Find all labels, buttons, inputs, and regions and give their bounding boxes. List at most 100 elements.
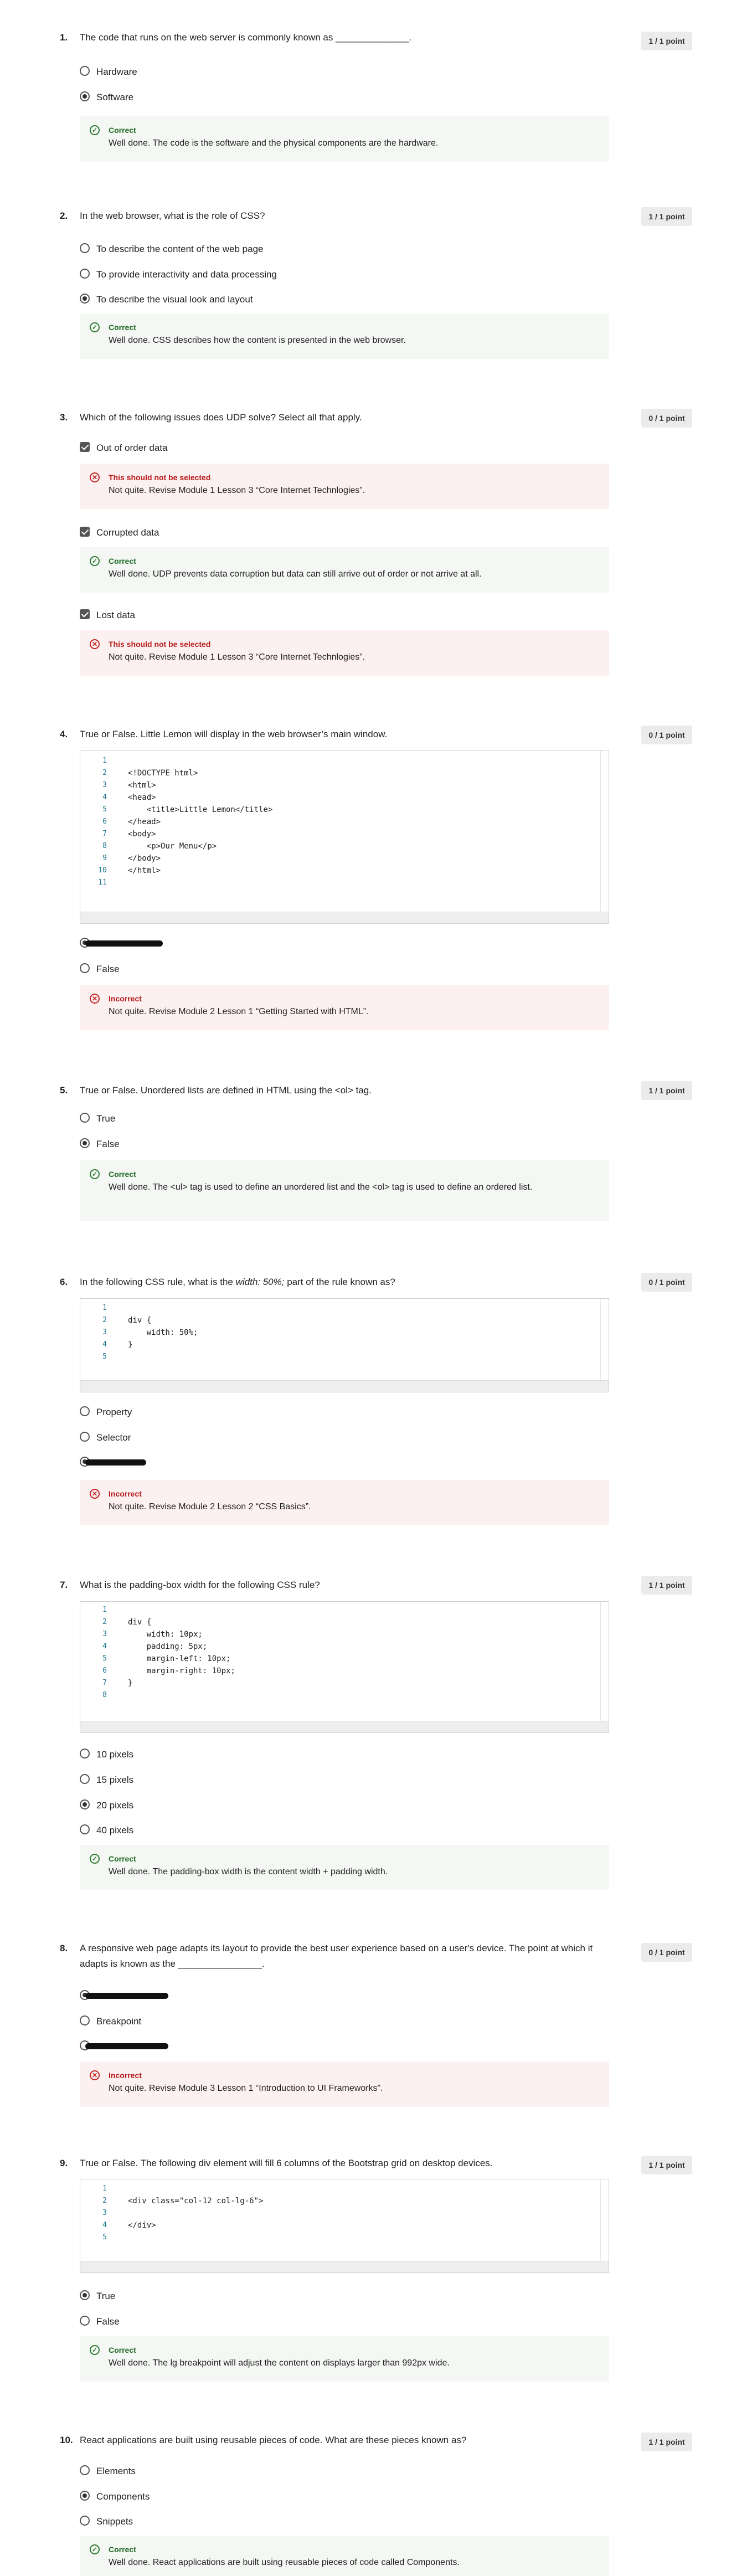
radio-button[interactable] xyxy=(80,1749,90,1759)
question-text: React applications are built using reusa… xyxy=(80,2435,467,2445)
checkbox-checked[interactable] xyxy=(80,442,90,452)
code-editor: 12345 div { width: 50%; } xyxy=(80,1298,609,1392)
radio-button[interactable] xyxy=(80,1113,90,1123)
horizontal-scrollbar[interactable] xyxy=(80,2261,609,2272)
radio-button[interactable] xyxy=(80,2465,90,2475)
code-line: <div class="col-12 col-lg-6"> xyxy=(128,2197,264,2205)
code-line: width: 50%; xyxy=(128,1328,198,1337)
code-line: margin-right: 10px; xyxy=(128,1667,235,1675)
radio-button-selected[interactable] xyxy=(80,294,90,304)
score-badge: 1 / 1 point xyxy=(641,32,692,50)
radio-button-selected[interactable] xyxy=(80,91,90,101)
code-line: <html> xyxy=(128,781,156,790)
score-badge: 1 / 1 point xyxy=(641,2156,692,2174)
feedback-incorrect: ✕ This should not be selected Not quite.… xyxy=(80,464,609,509)
code-line: <!DOCTYPE html> xyxy=(128,769,198,778)
question-number: 7. xyxy=(60,1580,68,1590)
radio-button[interactable] xyxy=(80,243,90,253)
radio-button-selected[interactable] xyxy=(80,1799,90,1809)
question-text: True or False. Unordered lists are defin… xyxy=(80,1085,372,1096)
code-editor: 12345 <div class="col-12 col-lg-6"> </di… xyxy=(80,2179,609,2273)
score-badge: 0 / 1 point xyxy=(641,1943,692,1962)
check-circle-icon: ✓ xyxy=(90,125,100,135)
code-line: <head> xyxy=(128,793,156,802)
check-circle-icon: ✓ xyxy=(90,1169,100,1179)
redaction-scribble xyxy=(85,1459,146,1466)
x-circle-icon: ✕ xyxy=(90,994,100,1004)
code-line: <title>Little Lemon</title> xyxy=(128,805,273,814)
x-circle-icon: ✕ xyxy=(90,1489,100,1499)
code-line: </head> xyxy=(128,817,161,826)
question-number: 6. xyxy=(60,1277,68,1287)
code-line: <p>Our Menu</p> xyxy=(128,842,217,851)
check-circle-icon: ✓ xyxy=(90,322,100,332)
radio-button[interactable] xyxy=(80,1824,90,1834)
code-line: margin-left: 10px; xyxy=(128,1654,231,1663)
radio-button[interactable] xyxy=(80,1406,90,1416)
radio-button[interactable] xyxy=(80,1774,90,1784)
question-text: The code that runs on the web server is … xyxy=(80,32,412,43)
question-text: In the following CSS rule, what is the w… xyxy=(80,1277,395,1287)
radio-button-selected[interactable] xyxy=(80,2290,90,2300)
x-circle-icon: ✕ xyxy=(90,472,100,482)
score-badge: 1 / 1 point xyxy=(641,1576,692,1595)
question-text: In the web browser, what is the role of … xyxy=(80,210,265,221)
scrollbar-track[interactable] xyxy=(600,1602,601,1721)
radio-button-selected[interactable] xyxy=(80,2491,90,2501)
redaction-scribble xyxy=(85,1993,168,1999)
code-line: </html> xyxy=(128,866,161,875)
question-text: True or False. The following div element… xyxy=(80,2158,493,2168)
redaction-scribble xyxy=(85,2043,168,2049)
code-line: <body> xyxy=(128,830,156,839)
question-number: 3. xyxy=(60,412,68,423)
question-text: Which of the following issues does UDP s… xyxy=(80,412,362,423)
radio-button-selected[interactable] xyxy=(80,1138,90,1148)
code-editor: 1 2 3 4 5 6 7 8 9 10 11 <!DOCTYPE html> <html> <he… xyxy=(80,750,609,924)
question-number: 1. xyxy=(60,32,68,43)
question-text: A responsive web page adapts its layout … xyxy=(80,1943,593,1969)
scrollbar-track[interactable] xyxy=(600,2179,601,2261)
score-badge: 1 / 1 point xyxy=(641,207,692,226)
radio-button[interactable] xyxy=(80,963,90,973)
x-circle-icon: ✕ xyxy=(90,2070,100,2080)
radio-button[interactable] xyxy=(80,1432,90,1442)
radio-button[interactable] xyxy=(80,2015,90,2025)
code-line: } xyxy=(128,1340,133,1349)
feedback-correct: ✓ Correct Well done. The <ul> tag is use… xyxy=(80,1160,609,1221)
score-badge: 1 / 1 point xyxy=(641,1081,692,1100)
feedback-incorrect: ✕ Incorrect Not quite. Revise Module 2 L… xyxy=(80,1480,609,1525)
horizontal-scrollbar[interactable] xyxy=(80,1721,609,1732)
feedback-incorrect: ✕ This should not be selected Not quite.… xyxy=(80,630,609,676)
check-circle-icon: ✓ xyxy=(90,556,100,566)
radio-button[interactable] xyxy=(80,2316,90,2326)
x-circle-icon: ✕ xyxy=(90,639,100,649)
checkbox-checked[interactable] xyxy=(80,609,90,619)
question-text: True or False. Little Lemon will display… xyxy=(80,729,388,739)
scrollbar-track[interactable] xyxy=(600,1299,601,1380)
feedback-incorrect: ✕ Incorrect Not quite. Revise Module 2 L… xyxy=(80,985,609,1030)
feedback-correct: ✓ Correct Well done. React applications … xyxy=(80,2536,609,2576)
question-number: 10. xyxy=(60,2435,73,2445)
checkbox-checked[interactable] xyxy=(80,527,90,537)
feedback-correct: ✓ Correct Well done. The code is the sof… xyxy=(80,116,609,162)
score-badge: 1 / 1 point xyxy=(641,2433,692,2451)
horizontal-scrollbar[interactable] xyxy=(80,1380,609,1392)
code-line: } xyxy=(128,1679,133,1688)
check-circle-icon: ✓ xyxy=(90,2544,100,2554)
feedback-correct: ✓ Correct Well done. CSS describes how t… xyxy=(80,313,609,359)
radio-button[interactable] xyxy=(80,269,90,279)
horizontal-scrollbar[interactable] xyxy=(80,912,609,923)
feedback-correct: ✓ Correct Well done. UDP prevents data c… xyxy=(80,547,609,593)
code-line: width: 10px; xyxy=(128,1630,203,1639)
feedback-correct: ✓ Correct Well done. The lg breakpoint w… xyxy=(80,2336,609,2382)
scrollbar-track[interactable] xyxy=(600,750,601,912)
score-badge: 0 / 1 point xyxy=(641,1273,692,1292)
question-number: 4. xyxy=(60,729,68,739)
score-badge: 0 / 1 point xyxy=(641,409,692,428)
code-line: </body> xyxy=(128,854,161,863)
code-line: div { xyxy=(128,1316,152,1325)
radio-button[interactable] xyxy=(80,2516,90,2526)
feedback-correct: ✓ Correct Well done. The padding-box wid… xyxy=(80,1845,609,1890)
code-editor: 12345678 div { width: 10px; padding: 5px… xyxy=(80,1601,609,1733)
radio-button[interactable] xyxy=(80,66,90,76)
